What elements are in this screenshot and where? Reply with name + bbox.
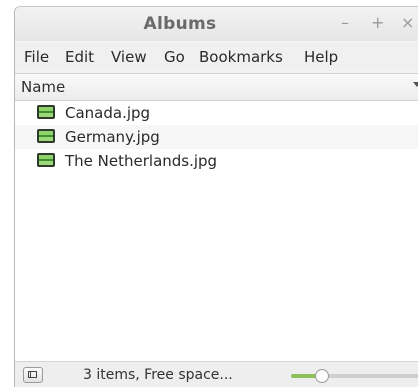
sidebar-toggle-button[interactable] bbox=[23, 367, 43, 383]
close-button[interactable]: × bbox=[401, 15, 414, 31]
sort-arrow-icon bbox=[413, 82, 418, 87]
name-column-header[interactable]: Name bbox=[15, 74, 418, 101]
menu-bar: File Edit View Go Bookmarks Help bbox=[15, 43, 418, 71]
file-name: The Netherlands.jpg bbox=[65, 152, 218, 170]
file-row[interactable]: Germany.jpg bbox=[15, 125, 418, 149]
zoom-slider-handle[interactable] bbox=[315, 369, 329, 383]
image-icon bbox=[37, 129, 55, 143]
minimize-button[interactable]: – bbox=[341, 15, 349, 31]
menu-edit[interactable]: Edit bbox=[65, 48, 94, 66]
menu-view[interactable]: View bbox=[111, 48, 147, 66]
file-row[interactable]: The Netherlands.jpg bbox=[15, 149, 418, 173]
name-column-label: Name bbox=[21, 78, 66, 96]
menu-help[interactable]: Help bbox=[304, 48, 338, 66]
file-name: Canada.jpg bbox=[65, 104, 151, 122]
menu-file[interactable]: File bbox=[24, 48, 49, 66]
file-name: Germany.jpg bbox=[65, 128, 160, 146]
status-bar: 3 items, Free space... bbox=[15, 361, 418, 387]
file-manager-window: Albums – + × File Edit View Go Bookmarks… bbox=[14, 6, 418, 387]
status-text: 3 items, Free space... bbox=[83, 367, 233, 383]
file-list[interactable]: Name Canada.jpg Germany.jpg The Netherla… bbox=[15, 73, 418, 362]
menu-bookmarks[interactable]: Bookmarks bbox=[199, 48, 283, 66]
image-icon bbox=[37, 105, 55, 119]
menu-go[interactable]: Go bbox=[164, 48, 185, 66]
image-icon bbox=[37, 153, 55, 167]
title-bar[interactable]: Albums – + × bbox=[15, 7, 418, 41]
maximize-button[interactable]: + bbox=[371, 15, 384, 31]
file-row[interactable]: Canada.jpg bbox=[15, 101, 418, 125]
window-title: Albums bbox=[143, 14, 217, 34]
zoom-slider[interactable] bbox=[291, 369, 418, 383]
